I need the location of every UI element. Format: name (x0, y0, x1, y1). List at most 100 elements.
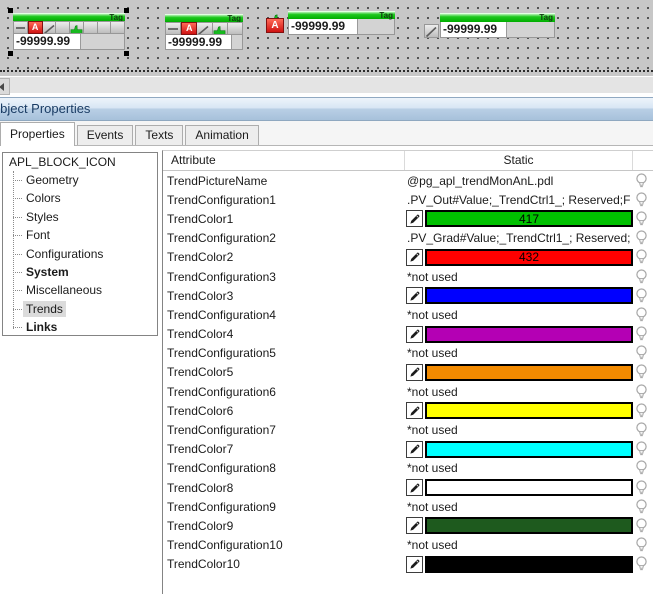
block-icon-widget-2[interactable]: Tag A -99999.99 (165, 14, 243, 50)
attribute-row[interactable]: TrendConfiguration3*not used (163, 267, 653, 286)
color-edit-button[interactable] (406, 479, 423, 496)
attribute-row[interactable]: TrendConfiguration7*not used (163, 420, 653, 439)
attribute-row[interactable]: TrendPictureName@pg_apl_trendMonAnL.pdl (163, 171, 653, 190)
tab-texts[interactable]: Texts (135, 125, 183, 145)
dynamics-bulb-icon[interactable] (635, 249, 648, 265)
dynamics-cell (633, 249, 653, 265)
attribute-row[interactable]: TrendConfiguration4*not used (163, 305, 653, 324)
attribute-row[interactable]: TrendColor9 (163, 516, 653, 535)
color-swatch-bar[interactable] (425, 556, 633, 573)
dynamics-bulb-icon[interactable] (635, 173, 648, 189)
attribute-row[interactable]: TrendConfiguration6*not used (163, 382, 653, 401)
color-swatch-bar[interactable] (425, 364, 633, 381)
dynamics-bulb-icon[interactable] (635, 192, 648, 208)
attribute-row[interactable]: TrendColor8 (163, 478, 653, 497)
dynamics-bulb-icon[interactable] (635, 384, 648, 400)
tree-item-colors[interactable]: Colors (3, 189, 157, 207)
block-icon-widget-1[interactable]: Tag A -99999.99 (13, 13, 125, 50)
dynamics-bulb-icon[interactable] (635, 288, 648, 304)
tree-item-trends[interactable]: Trends (3, 300, 157, 318)
color-edit-button[interactable] (406, 556, 423, 573)
attribute-row[interactable]: TrendConfiguration1.PV_Out#Value;_TrendC… (163, 190, 653, 209)
dynamics-cell (633, 307, 653, 323)
empty-cell (111, 21, 125, 34)
dynamics-bulb-icon[interactable] (635, 537, 648, 553)
column-header-static[interactable]: Static (405, 151, 633, 170)
color-edit-button[interactable] (406, 210, 423, 227)
tab-animation[interactable]: Animation (185, 125, 258, 145)
tree-item-links[interactable]: Links (3, 318, 157, 336)
static-text-value: *not used (405, 461, 633, 475)
color-swatch-bar[interactable] (425, 402, 633, 419)
tree-item-configurations[interactable]: Configurations (3, 245, 157, 263)
color-edit-button[interactable] (406, 326, 423, 343)
attribute-row[interactable]: TrendConfiguration5*not used (163, 344, 653, 363)
attribute-row[interactable]: TrendColor3 (163, 286, 653, 305)
color-edit-button[interactable] (406, 364, 423, 381)
object-properties-titlebar[interactable]: Object Properties (0, 97, 653, 121)
tree-item-font[interactable]: Font (3, 226, 157, 244)
dynamics-bulb-icon[interactable] (635, 403, 648, 419)
attribute-row[interactable]: TrendColor1417 (163, 209, 653, 228)
color-swatch-bar[interactable]: 432 (425, 249, 633, 266)
tree-item-geometry[interactable]: Geometry (3, 171, 157, 189)
attribute-row[interactable]: TrendColor2 432 (163, 248, 653, 267)
tree-item-system[interactable]: System (3, 263, 157, 281)
static-text-value: .PV_Out#Value;_TrendCtrl1_; Reserved;F (405, 193, 633, 207)
dynamics-bulb-icon[interactable] (635, 307, 648, 323)
color-swatch-bar[interactable] (425, 441, 633, 458)
selection-handle[interactable] (8, 51, 13, 56)
dynamics-bulb-icon[interactable] (635, 230, 648, 246)
color-swatch-bar[interactable]: 417 (425, 210, 633, 227)
column-header-attribute[interactable]: Attribute (163, 151, 405, 170)
tree-item-miscellaneous[interactable]: Miscellaneous (3, 281, 157, 299)
static-text: *not used (405, 423, 458, 437)
dynamics-bulb-icon[interactable] (635, 499, 648, 515)
dynamics-bulb-icon[interactable] (635, 364, 648, 380)
tab-properties[interactable]: Properties (0, 122, 75, 146)
dynamics-bulb-icon[interactable] (635, 556, 648, 572)
attribute-row[interactable]: TrendColor4 (163, 325, 653, 344)
attribute-row[interactable]: TrendConfiguration2.PV_Grad#Value;_Trend… (163, 229, 653, 248)
attribute-row[interactable]: TrendConfiguration10*not used (163, 536, 653, 555)
color-edit-button[interactable] (406, 517, 423, 534)
dynamics-bulb-icon[interactable] (635, 441, 648, 457)
attribute-row[interactable]: TrendConfiguration9*not used (163, 497, 653, 516)
attribute-row[interactable]: TrendConfiguration8*not used (163, 459, 653, 478)
color-swatch-bar[interactable] (425, 287, 633, 304)
attribute-row[interactable]: TrendColor10 (163, 555, 653, 574)
color-edit-button[interactable] (406, 441, 423, 458)
attribute-name: TrendColor2 (163, 250, 405, 264)
selection-handle[interactable] (124, 51, 129, 56)
scroll-left-button[interactable] (0, 78, 10, 95)
color-edit-button[interactable] (406, 287, 423, 304)
attribute-row[interactable]: TrendColor5 (163, 363, 653, 382)
dynamics-cell (633, 230, 653, 246)
color-edit-button[interactable] (406, 249, 423, 266)
static-text: *not used (405, 538, 458, 552)
dynamics-bulb-icon[interactable] (635, 422, 648, 438)
color-edit-button[interactable] (406, 402, 423, 419)
dynamics-bulb-icon[interactable] (635, 460, 648, 476)
tree-item-styles[interactable]: Styles (3, 208, 157, 226)
design-canvas[interactable]: Tag A -99999.99 Tag (0, 0, 653, 76)
dynamics-bulb-icon[interactable] (635, 269, 648, 285)
color-swatch-bar[interactable] (425, 517, 633, 534)
dynamics-bulb-icon[interactable] (635, 345, 648, 361)
dynamics-cell (633, 345, 653, 361)
dynamics-bulb-icon[interactable] (635, 211, 648, 227)
color-swatch-bar[interactable] (425, 479, 633, 496)
attributes-table-body: TrendPictureName@pg_apl_trendMonAnL.pdlT… (163, 171, 653, 574)
color-swatch-bar[interactable] (425, 326, 633, 343)
dynamics-bulb-icon[interactable] (635, 326, 648, 342)
tab-events[interactable]: Events (77, 125, 134, 145)
horizontal-scrollbar[interactable] (0, 76, 653, 93)
attribute-row[interactable]: TrendColor6 (163, 401, 653, 420)
tree-root-object[interactable]: APL_BLOCK_ICON (3, 153, 157, 171)
dynamics-bulb-icon[interactable] (635, 480, 648, 496)
attribute-row[interactable]: TrendColor7 (163, 440, 653, 459)
dynamics-cell (633, 364, 653, 380)
pen-icon (409, 328, 421, 340)
window-title: Object Properties (0, 98, 653, 120)
dynamics-bulb-icon[interactable] (635, 518, 648, 534)
